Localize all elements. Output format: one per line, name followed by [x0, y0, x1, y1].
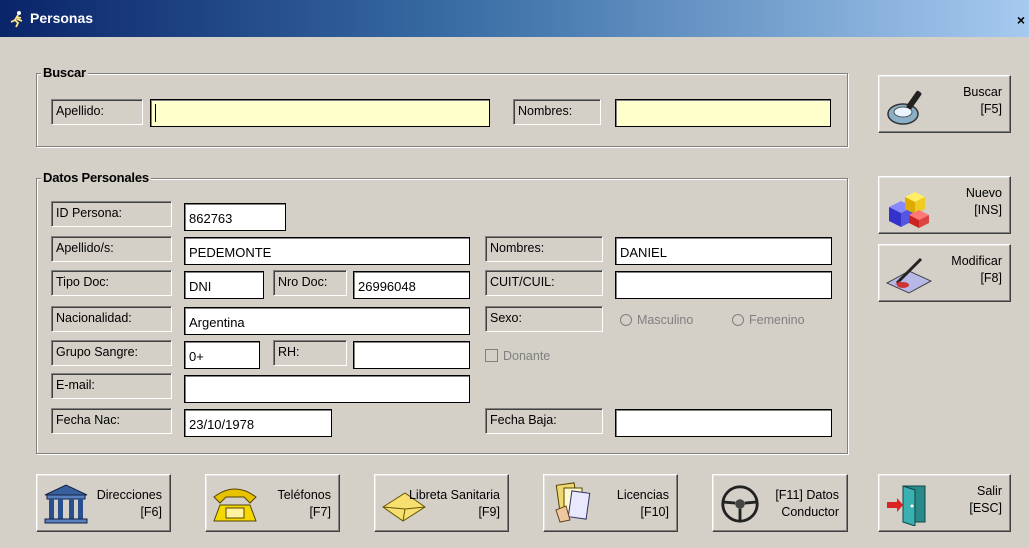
cuit-label: CUIT/CUIL: [485, 270, 603, 296]
direcciones-shortcut: [F6] [140, 505, 162, 519]
libreta-shortcut: [F9] [478, 505, 500, 519]
conductor-label-2: Conductor [781, 505, 839, 519]
tipo-doc-field[interactable]: DNI [184, 271, 264, 299]
id-persona-label: ID Persona: [51, 201, 172, 227]
salir-label: Salir [976, 484, 1002, 498]
nombres-label: Nombres: [485, 236, 603, 262]
sexo-masculino-radio[interactable]: Masculino [620, 313, 693, 327]
fecha-baja-field[interactable] [615, 409, 832, 437]
tipo-doc-label: Tipo Doc: [51, 270, 172, 296]
telefonos-shortcut: [F7] [309, 505, 331, 519]
nro-doc-field[interactable]: 26996048 [353, 271, 470, 299]
apellido-search-input[interactable] [150, 99, 490, 127]
salir-shortcut: [ESC] [969, 501, 1002, 515]
modificar-shortcut: [F8] [980, 271, 1002, 285]
title-bar: Personas × [0, 0, 1029, 37]
telefonos-label: Teléfonos [277, 488, 331, 502]
rh-field[interactable] [353, 341, 470, 369]
modificar-label: Modificar [951, 254, 1002, 268]
nacionalidad-label: Nacionalidad: [51, 306, 172, 332]
donante-label: Donante [503, 349, 551, 363]
apellido-search-label: Apellido: [51, 99, 143, 125]
telefonos-button[interactable]: Teléfonos [F7] [205, 474, 340, 532]
personal-data-legend: Datos Personales [41, 170, 151, 185]
nuevo-label: Nuevo [965, 186, 1002, 200]
licencias-shortcut: [F10] [640, 505, 670, 519]
sexo-label: Sexo: [485, 306, 603, 332]
window-title: Personas [30, 10, 94, 26]
grupo-sangre-field[interactable]: 0+ [184, 341, 260, 369]
edit-pen-icon [885, 257, 933, 294]
sexo-femenino-radio[interactable]: Femenino [732, 313, 805, 327]
steering-wheel-icon [721, 485, 759, 523]
documents-icon [555, 482, 591, 523]
direcciones-label: Direcciones [96, 488, 162, 502]
libreta-sanitaria-button[interactable]: Libreta Sanitaria [F9] [374, 474, 509, 532]
building-icon [44, 484, 88, 524]
modificar-button[interactable]: Modificar [F8] [878, 244, 1011, 302]
femenino-label: Femenino [749, 313, 805, 327]
donante-checkbox[interactable]: Donante [485, 349, 550, 363]
conductor-label: [F11] Datos [775, 488, 839, 502]
phone-icon [213, 488, 257, 522]
nacionalidad-field[interactable]: Argentina [184, 307, 470, 335]
licencias-label: Licencias [616, 488, 669, 502]
magnifier-icon [887, 90, 922, 125]
search-group-legend: Buscar [41, 65, 88, 80]
runner-icon [10, 11, 23, 28]
buscar-shortcut: [F5] [980, 102, 1002, 116]
salir-button[interactable]: Salir [ESC] [878, 474, 1011, 532]
email-field[interactable] [184, 375, 470, 403]
fecha-baja-label: Fecha Baja: [485, 408, 603, 434]
cuit-field[interactable] [615, 271, 832, 299]
buscar-button[interactable]: Buscar [F5] [878, 75, 1011, 133]
checkbox-box-icon [485, 349, 498, 362]
masculino-label: Masculino [637, 313, 694, 327]
licencias-button[interactable]: Licencias [F10] [543, 474, 678, 532]
nombres-search-label: Nombres: [513, 99, 601, 125]
nro-doc-label: Nro Doc: [273, 270, 347, 296]
radio-circle-icon [732, 314, 744, 326]
grupo-sangre-label: Grupo Sangre: [51, 340, 172, 366]
fecha-nac-field[interactable]: 23/10/1978 [184, 409, 332, 437]
datos-conductor-button[interactable]: [F11] Datos Conductor [712, 474, 848, 532]
nuevo-shortcut: [INS] [974, 203, 1002, 217]
nombres-field[interactable]: DANIEL [615, 237, 832, 265]
id-persona-field[interactable]: 862763 [184, 203, 286, 231]
apellidos-label: Apellido/s: [51, 236, 172, 262]
email-label: E-mail: [51, 373, 172, 399]
buscar-label: Buscar [963, 85, 1002, 99]
blocks-icon [889, 192, 929, 228]
direcciones-button[interactable]: Direcciones [F6] [36, 474, 171, 532]
close-icon[interactable]: × [1013, 12, 1029, 28]
nuevo-button[interactable]: Nuevo [INS] [878, 176, 1011, 234]
libreta-label: Libreta Sanitaria [408, 488, 500, 502]
exit-door-icon [887, 485, 926, 526]
nombres-search-input[interactable] [615, 99, 831, 127]
apellidos-field[interactable]: PEDEMONTE [184, 237, 470, 265]
radio-circle-icon [620, 314, 632, 326]
rh-label: RH: [273, 340, 347, 366]
fecha-nac-label: Fecha Nac: [51, 408, 172, 434]
